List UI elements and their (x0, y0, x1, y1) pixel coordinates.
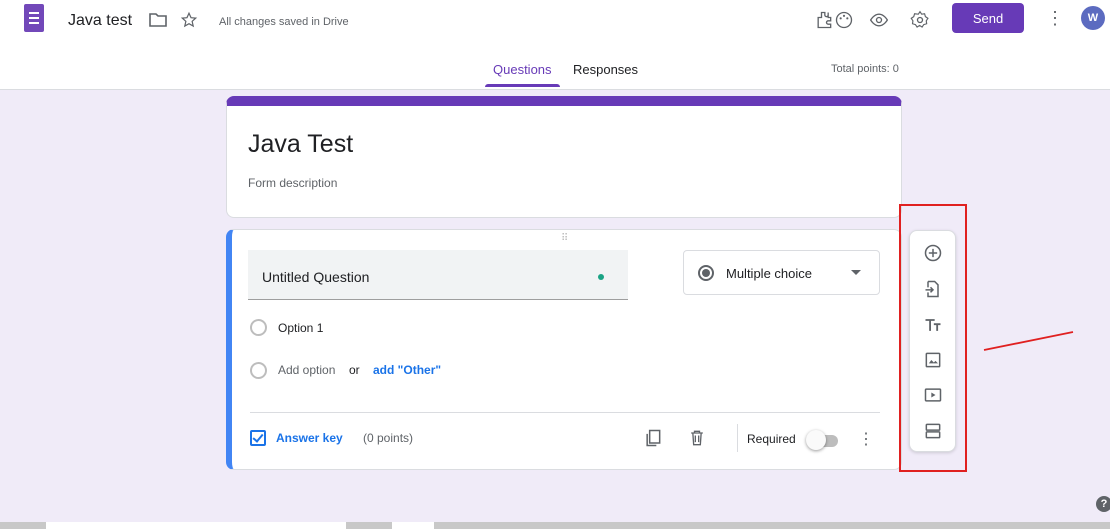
tab-responses[interactable]: Responses (573, 62, 638, 77)
question-title-text: Untitled Question (262, 269, 370, 285)
save-status: All changes saved in Drive (219, 16, 349, 28)
footer-separator (737, 424, 738, 452)
folder-icon[interactable] (148, 10, 168, 30)
annotation-line (983, 331, 1074, 351)
answer-key-icon[interactable] (250, 430, 266, 446)
forms-logo-icon[interactable] (24, 4, 44, 32)
drag-handle-icon[interactable]: ⠿ (561, 233, 569, 244)
active-tab-indicator (485, 84, 560, 87)
question-card[interactable]: ⠿ Untitled Question Multiple choice Opti… (226, 229, 902, 470)
header-bar: Java test All changes saved in Drive Sen… (0, 0, 1110, 90)
more-options-icon[interactable]: ⋮ (1046, 8, 1064, 29)
delete-icon[interactable] (687, 428, 707, 448)
duplicate-icon[interactable] (643, 428, 663, 448)
palette-icon[interactable] (834, 10, 854, 30)
bottom-bar-segment (46, 522, 346, 529)
add-other-link[interactable]: add "Other" (373, 363, 441, 377)
required-toggle-thumb[interactable] (806, 430, 826, 450)
preview-eye-icon[interactable] (869, 10, 889, 30)
doc-title[interactable]: Java test (68, 12, 132, 30)
highlight-box (899, 204, 967, 472)
answer-key-link[interactable]: Answer key (276, 431, 343, 445)
or-text: or (349, 363, 360, 377)
form-title[interactable]: Java Test (248, 130, 353, 159)
footer-divider (250, 412, 880, 413)
total-points: Total points: 0 (831, 63, 899, 75)
option-1-label[interactable]: Option 1 (278, 321, 323, 335)
addons-icon[interactable] (814, 10, 834, 30)
dropdown-arrow-icon (851, 270, 861, 275)
question-more-icon[interactable]: ⋮ (858, 429, 874, 449)
help-icon[interactable]: ? (1096, 496, 1110, 512)
add-option-link[interactable]: Add option (278, 363, 335, 377)
required-label: Required (747, 432, 796, 446)
bottom-bar-segment (392, 522, 434, 529)
points-label: (0 points) (363, 431, 414, 445)
form-header-card: Java Test Form description (226, 96, 902, 218)
option-radio-icon (250, 319, 267, 336)
send-button[interactable]: Send (952, 3, 1024, 33)
form-description-field[interactable]: Form description (248, 176, 337, 190)
question-title-input[interactable]: Untitled Question (248, 250, 628, 300)
settings-gear-icon[interactable] (910, 10, 930, 30)
add-option-radio-icon (250, 362, 267, 379)
avatar[interactable]: W (1081, 6, 1105, 30)
question-type-label: Multiple choice (726, 266, 812, 281)
tab-questions[interactable]: Questions (493, 62, 552, 77)
multiple-choice-icon (698, 265, 714, 281)
question-type-dropdown[interactable]: Multiple choice (683, 250, 880, 295)
star-icon[interactable] (179, 10, 199, 30)
bottom-bar (0, 522, 1110, 529)
grammar-dot-icon (598, 274, 604, 280)
